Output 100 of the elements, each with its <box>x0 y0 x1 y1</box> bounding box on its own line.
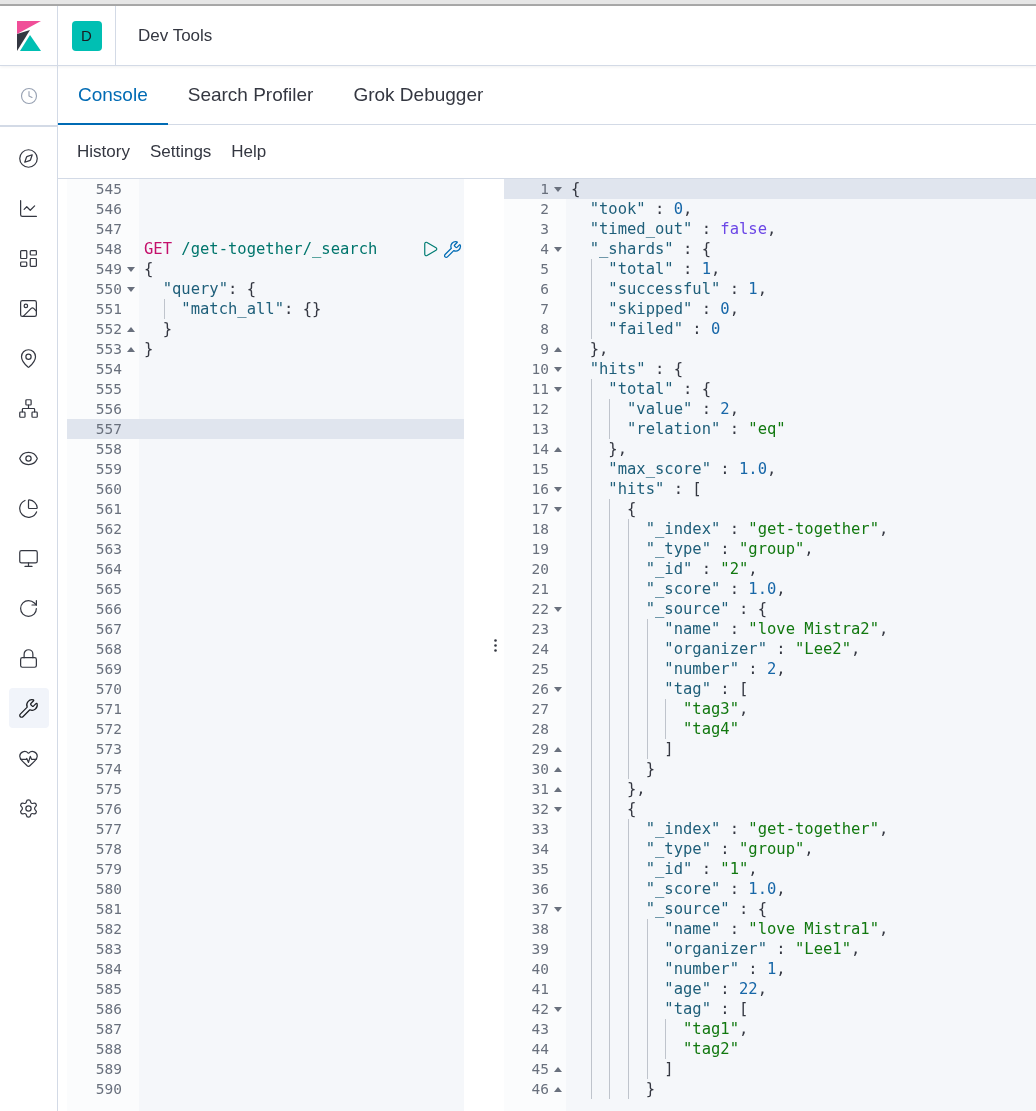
fold-icon[interactable] <box>553 686 562 692</box>
code-line: "_index" : "get-together", <box>644 519 889 539</box>
code-line: "_source" : { <box>644 899 767 919</box>
code-line: } <box>644 759 655 779</box>
line-number: 45 <box>531 1061 549 1077</box>
line-number: 577 <box>95 821 122 837</box>
line-number: 582 <box>95 921 122 937</box>
line-number: 565 <box>95 581 122 597</box>
page-title: Dev Tools <box>138 25 213 46</box>
line-number: 6 <box>540 281 549 297</box>
line-number: 27 <box>531 701 549 717</box>
fold-icon[interactable] <box>126 326 135 332</box>
line-number: 8 <box>540 321 549 337</box>
code-line: { <box>571 179 581 199</box>
line-number: 32 <box>531 801 549 817</box>
line-number: 10 <box>531 361 549 377</box>
line-number: 547 <box>95 221 122 237</box>
line-number: 569 <box>95 661 122 677</box>
line-number: 570 <box>95 681 122 697</box>
fold-icon[interactable] <box>553 486 562 492</box>
menu-link[interactable]: Settings <box>149 141 212 162</box>
space-avatar[interactable]: D <box>71 20 102 51</box>
line-number: 585 <box>95 981 122 997</box>
line-number: 560 <box>95 481 122 497</box>
fold-icon[interactable] <box>553 1086 562 1092</box>
line-number: 553 <box>95 341 122 357</box>
fold-icon[interactable] <box>553 386 562 392</box>
line-number: 25 <box>531 661 549 677</box>
tab[interactable]: Search Profiler <box>167 66 334 125</box>
line-number: 561 <box>95 501 122 517</box>
code-line: "_shards" : { <box>588 239 711 259</box>
fold-icon[interactable] <box>553 186 562 192</box>
line-number: 568 <box>95 641 122 657</box>
line-number: 34 <box>531 841 549 857</box>
drag-handle-icon[interactable] <box>493 638 497 652</box>
fold-icon[interactable] <box>553 366 562 372</box>
code-line: "name" : "love Mistra2", <box>663 619 889 639</box>
fold-icon[interactable] <box>553 766 562 772</box>
run-button[interactable] <box>421 240 439 258</box>
fold-icon[interactable] <box>553 786 562 792</box>
code-line: "took" : 0, <box>588 199 693 219</box>
line-number: 545 <box>95 181 122 197</box>
settings-icon <box>18 797 39 819</box>
fold-icon[interactable] <box>553 1066 562 1072</box>
line-number: 43 <box>531 1021 549 1037</box>
code-line: } <box>161 319 172 339</box>
fold-icon[interactable] <box>126 346 135 352</box>
menu-link[interactable]: Help <box>231 141 267 162</box>
line-number: 20 <box>531 561 549 577</box>
refresh-icon <box>18 597 39 619</box>
line-number: 564 <box>95 561 122 577</box>
fold-icon[interactable] <box>553 606 562 612</box>
line-number: 586 <box>95 1001 122 1017</box>
code-line: }, <box>607 439 627 459</box>
fold-icon[interactable] <box>553 746 562 752</box>
fold-icon[interactable] <box>553 246 562 252</box>
fold-icon[interactable] <box>553 346 562 352</box>
code-line: "_index" : "get-together", <box>644 819 889 839</box>
fold-icon[interactable] <box>126 286 135 292</box>
map-pin-icon <box>18 347 39 369</box>
nav-item[interactable] <box>8 688 49 728</box>
code-line: "age" : 22, <box>663 979 767 999</box>
code-line: "organizer" : "Lee1", <box>663 939 861 959</box>
line-number: 23 <box>531 621 549 637</box>
line-number: 28 <box>531 721 549 737</box>
code-line: "organizer" : "Lee2", <box>663 639 861 659</box>
menu-link[interactable]: History <box>77 141 130 162</box>
code-line: "_type" : "group", <box>644 539 814 559</box>
fold-icon[interactable] <box>553 446 562 452</box>
wrench-button[interactable] <box>443 239 462 259</box>
fold-icon[interactable] <box>553 1006 562 1012</box>
line-number: 566 <box>95 601 122 617</box>
fold-icon[interactable] <box>553 506 562 512</box>
code-line: "tag4" <box>681 719 739 739</box>
line-number: 571 <box>95 701 122 717</box>
line-number: 588 <box>95 1041 122 1057</box>
dashboard-icon <box>18 247 39 269</box>
clock-icon[interactable] <box>19 86 38 105</box>
code-line: "match_all": {} <box>180 299 322 319</box>
tab[interactable]: Console <box>58 66 168 125</box>
line-number: 562 <box>95 521 122 537</box>
line-number: 589 <box>95 1061 122 1077</box>
tab[interactable]: Grok Debugger <box>333 66 504 125</box>
line-number: 576 <box>95 801 122 817</box>
code-line: } <box>144 339 154 359</box>
line-number: 5 <box>540 261 549 277</box>
code-line: "tag2" <box>681 1039 739 1059</box>
line-number: 42 <box>531 1001 549 1017</box>
fold-icon[interactable] <box>553 806 562 812</box>
line-number: 39 <box>531 941 549 957</box>
line-number: 3 <box>540 221 549 237</box>
code-line: }, <box>626 779 646 799</box>
line-number: 563 <box>95 541 122 557</box>
line-number: 578 <box>95 841 122 857</box>
logo-icon[interactable] <box>16 20 41 51</box>
line-chart-icon <box>18 197 39 219</box>
fold-icon[interactable] <box>126 266 135 272</box>
line-number: 11 <box>531 381 549 397</box>
fold-icon[interactable] <box>553 906 562 912</box>
code-line: "successful" : 1, <box>607 279 767 299</box>
